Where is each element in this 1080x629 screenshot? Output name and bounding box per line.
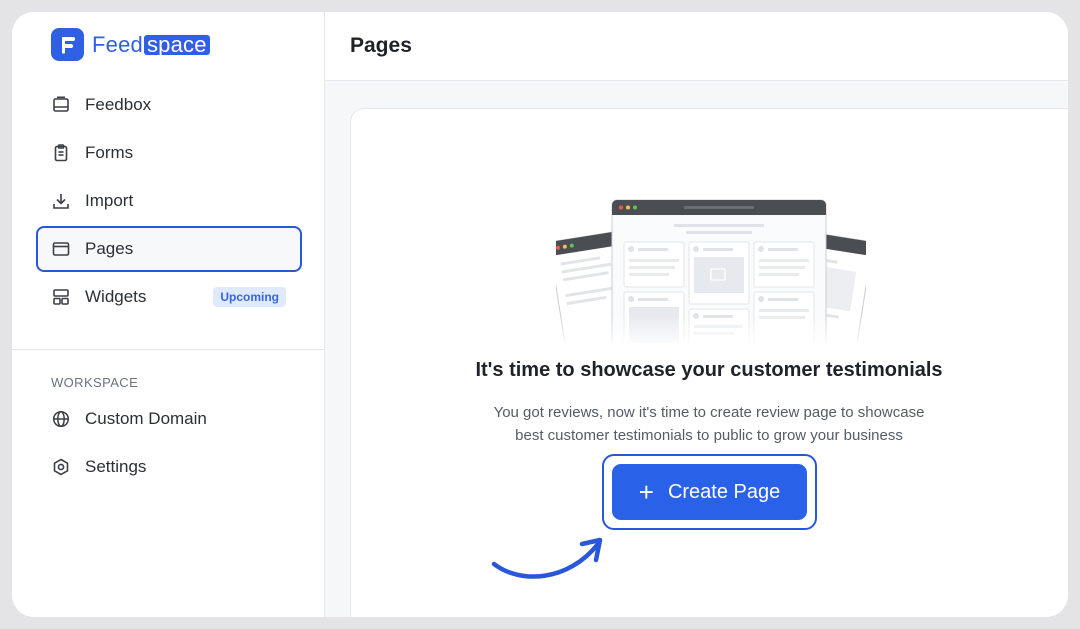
empty-state-description: You got reviews, now it's time to create… [351, 401, 1067, 447]
sidebar-item-label: Custom Domain [85, 409, 207, 428]
sidebar: Feed space Feedbox Forms Import Pages Wi… [12, 12, 325, 617]
pages-illustration [556, 199, 866, 347]
sidebar-item-label: Import [85, 191, 134, 210]
clipboard-icon [51, 143, 71, 163]
gear-icon [51, 457, 71, 477]
sidebar-item-settings[interactable]: Settings [36, 444, 302, 490]
page-header: Pages [325, 12, 1068, 81]
sidebar-item-forms[interactable]: Forms [36, 130, 302, 176]
main-content: It's time to showcase your customer test… [325, 81, 1068, 617]
sidebar-item-label: Feedbox [85, 95, 152, 114]
inbox-icon [51, 95, 71, 115]
sidebar-item-import[interactable]: Import [36, 178, 302, 224]
sidebar-item-label: Pages [85, 239, 134, 258]
sidebar-item-feedbox[interactable]: Feedbox [36, 82, 302, 128]
sidebar-item-label: Forms [85, 143, 134, 162]
empty-state-description-line-2: best customer testimonials to public to … [515, 427, 903, 444]
pointer-arrow-icon [491, 537, 603, 579]
create-page-button[interactable]: + Create Page [612, 464, 807, 520]
sidebar-item-pages[interactable]: Pages [36, 226, 302, 272]
empty-state-card: It's time to showcase your customer test… [350, 108, 1068, 617]
empty-state-description-line-1: You got reviews, now it's time to create… [493, 404, 925, 421]
sidebar-item-label: Widgets [85, 287, 147, 306]
window-icon [51, 239, 71, 259]
plus-icon: + [638, 477, 654, 507]
feedspace-logo-icon [51, 28, 84, 61]
globe-icon [51, 409, 71, 429]
upcoming-badge: Upcoming [213, 287, 286, 307]
download-icon [51, 191, 71, 211]
app-window: Feed space Feedbox Forms Import Pages Wi… [12, 12, 1068, 617]
sidebar-item-widgets[interactable]: Widgets Upcoming [36, 274, 302, 320]
workspace-section-label: WORKSPACE [51, 375, 139, 390]
brand-name: Feed space [92, 32, 210, 58]
brand-name-highlight: space [143, 33, 210, 55]
grid-icon [51, 287, 71, 307]
brand-name-prefix: Feed [92, 31, 143, 57]
brand-logo[interactable]: Feed space [51, 28, 210, 61]
page-title: Pages [350, 34, 412, 57]
sidebar-divider [12, 349, 325, 350]
sidebar-item-label: Settings [85, 457, 147, 476]
empty-state-title: It's time to showcase your customer test… [475, 359, 943, 381]
sidebar-item-custom-domain[interactable]: Custom Domain [36, 396, 302, 442]
create-page-label: Create Page [667, 480, 781, 503]
